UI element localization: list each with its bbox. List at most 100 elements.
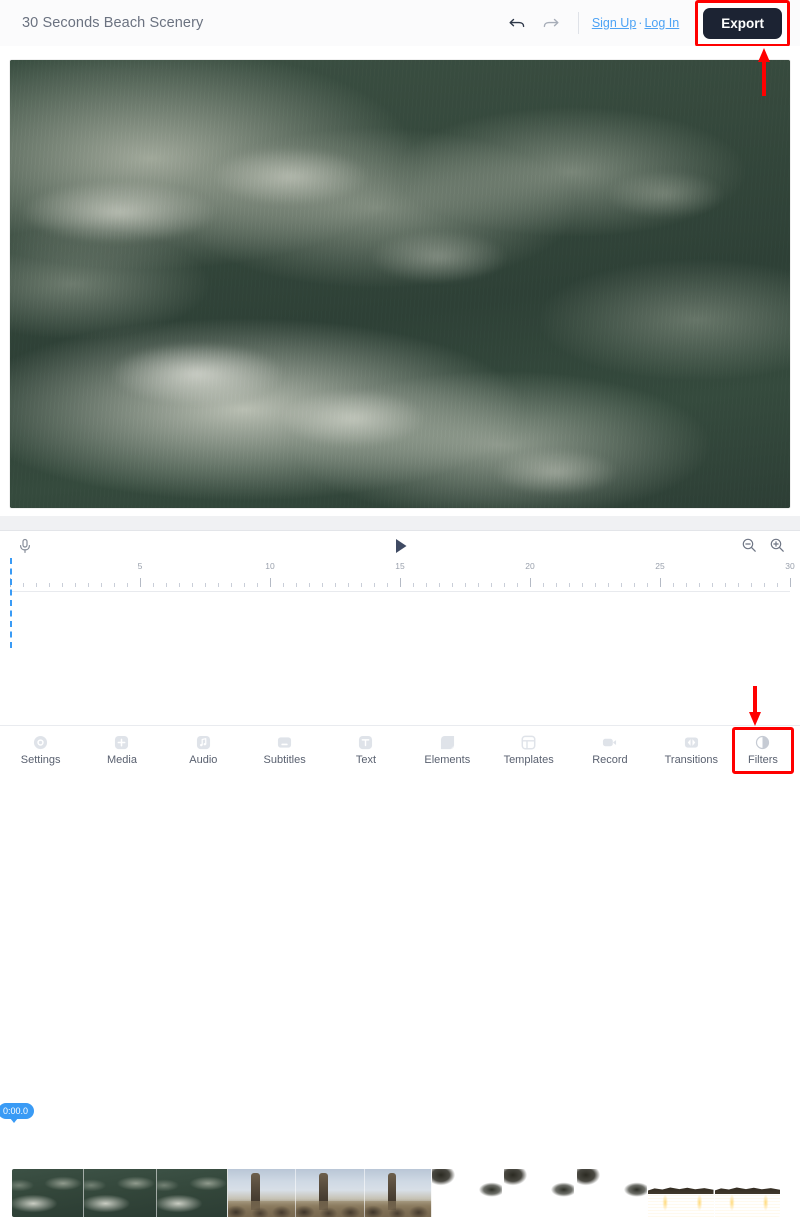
ruler-tick-minor xyxy=(634,583,635,587)
toolbar-item-label: Templates xyxy=(504,754,554,766)
play-button[interactable] xyxy=(390,535,412,557)
ruler-tick-minor xyxy=(465,583,466,587)
ruler-tick-minor xyxy=(751,583,752,587)
toolbar-item-label: Transitions xyxy=(665,754,718,766)
toolbar-item-transitions[interactable]: Transitions xyxy=(651,726,732,775)
playhead-time-badge[interactable]: 0:00.0 xyxy=(0,1103,34,1119)
ruler-ticks xyxy=(10,575,790,587)
ocean-aerial-clip[interactable] xyxy=(12,1169,228,1217)
playhead-line[interactable] xyxy=(10,558,12,648)
play-icon xyxy=(393,537,409,555)
ruler-tick-minor xyxy=(49,583,50,587)
zoom-out-icon xyxy=(741,537,757,553)
elements-shape-icon xyxy=(439,735,455,751)
video-frame[interactable] xyxy=(10,60,790,508)
ruler-tick-minor xyxy=(543,583,544,587)
zoom-in-icon xyxy=(769,537,785,553)
toolbar-item-label: Settings xyxy=(21,754,61,766)
toolbar-item-label: Media xyxy=(107,754,137,766)
ruler-tick-minor xyxy=(88,583,89,587)
ruler-tick-minor xyxy=(335,583,336,587)
ruler-tick-minor xyxy=(361,583,362,587)
ruler-tick-major xyxy=(660,578,661,587)
ruler-tick-minor xyxy=(322,583,323,587)
ruler-tick-minor xyxy=(114,583,115,587)
redo-button[interactable] xyxy=(534,8,568,38)
ruler-tick-minor xyxy=(348,583,349,587)
ruler-tick-minor xyxy=(504,583,505,587)
ruler-tick-minor xyxy=(725,583,726,587)
toolbar-item-label: Text xyxy=(356,754,376,766)
ruler-tick-minor xyxy=(569,583,570,587)
toolbar-item-filters[interactable]: Filters xyxy=(732,727,794,774)
ruler-tick-minor xyxy=(309,583,310,587)
export-button[interactable]: Export xyxy=(703,8,782,39)
ruler-tick-minor xyxy=(166,583,167,587)
timeline-clip-strip[interactable] xyxy=(12,1169,780,1217)
sunset-water-clip[interactable] xyxy=(648,1169,780,1217)
ruler-tick-major xyxy=(400,578,401,587)
auth-links: Sign Up·Log In xyxy=(592,16,679,30)
ruler-tick-minor xyxy=(699,583,700,587)
toolbar-item-elements[interactable]: Elements xyxy=(407,726,488,775)
rocky-shore-clip[interactable] xyxy=(228,1169,432,1217)
ruler-tick-major xyxy=(270,578,271,587)
ruler-tick-minor xyxy=(205,583,206,587)
ruler-tick-minor xyxy=(179,583,180,587)
clip-thumbnail xyxy=(432,1169,503,1217)
undo-button[interactable] xyxy=(500,8,534,38)
export-highlight-box: Export xyxy=(695,0,790,47)
toolbar-item-label: Audio xyxy=(189,754,217,766)
ruler-tick-minor xyxy=(257,583,258,587)
project-title[interactable]: 30 Seconds Beach Scenery xyxy=(22,15,203,31)
timeline-ruler[interactable]: 51015202530 xyxy=(10,561,790,593)
ruler-tick-minor xyxy=(426,583,427,587)
toolbar-item-templates[interactable]: Templates xyxy=(488,726,569,775)
ruler-tick-minor xyxy=(387,583,388,587)
redo-arrow-icon xyxy=(541,13,561,33)
auth-separator: · xyxy=(638,16,642,30)
undo-arrow-icon xyxy=(507,13,527,33)
toolbar-item-audio[interactable]: Audio xyxy=(163,726,244,775)
ruler-tick-minor xyxy=(764,583,765,587)
ruler-tick-minor xyxy=(777,583,778,587)
ruler-label: 20 xyxy=(525,561,534,571)
timeline-zoom-out-button[interactable] xyxy=(741,537,759,555)
ruler-tick-major xyxy=(530,578,531,587)
top-bar: 30 Seconds Beach Scenery Sign Up·Log In … xyxy=(0,0,800,46)
ruler-tick-minor xyxy=(517,583,518,587)
ruler-label: 10 xyxy=(265,561,274,571)
ruler-tick-minor xyxy=(127,583,128,587)
toolbar-item-record[interactable]: Record xyxy=(569,726,650,775)
ruler-tick-minor xyxy=(218,583,219,587)
ruler-tick-minor xyxy=(413,583,414,587)
ruler-tick-minor xyxy=(75,583,76,587)
add-media-icon xyxy=(114,735,130,751)
ruler-baseline xyxy=(10,591,790,592)
ruler-label: 25 xyxy=(655,561,664,571)
ruler-tick-minor xyxy=(244,583,245,587)
toolbar-item-label: Record xyxy=(592,754,627,766)
ruler-tick-minor xyxy=(62,583,63,587)
clip-thumbnail xyxy=(156,1169,228,1217)
log-in-link[interactable]: Log In xyxy=(644,16,679,30)
clip-thumbnail xyxy=(295,1169,363,1217)
settings-gear-icon xyxy=(33,735,49,751)
audio-note-icon xyxy=(195,735,211,751)
toolbar-item-label: Elements xyxy=(424,754,470,766)
sign-up-link[interactable]: Sign Up xyxy=(592,16,636,30)
voiceover-button[interactable] xyxy=(14,535,36,557)
toolbar-item-media[interactable]: Media xyxy=(81,726,162,775)
ruler-tick-minor xyxy=(595,583,596,587)
toolbar-item-label: Filters xyxy=(748,754,778,766)
video-preview-area[interactable] xyxy=(0,46,800,516)
transitions-icon xyxy=(683,735,699,751)
golden-beach-clip[interactable] xyxy=(432,1169,648,1217)
ruler-tick-minor xyxy=(153,583,154,587)
toolbar-divider xyxy=(578,12,579,34)
toolbar-item-subtitles[interactable]: Subtitles xyxy=(244,726,325,775)
toolbar-item-text[interactable]: Text xyxy=(325,726,406,775)
ruler-tick-minor xyxy=(478,583,479,587)
toolbar-item-settings[interactable]: Settings xyxy=(0,726,81,775)
timeline-zoom-in-button[interactable] xyxy=(769,537,787,555)
